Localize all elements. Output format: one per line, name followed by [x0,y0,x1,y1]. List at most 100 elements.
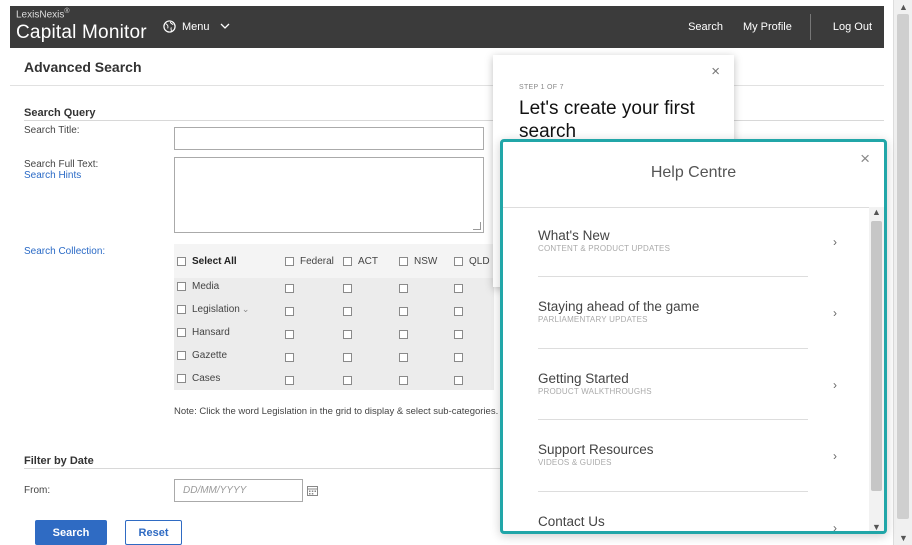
search-collection-label: Search Collection: [24,246,106,257]
nav-right: Search My Profile Log Out [678,6,884,48]
help-header-divider [503,207,869,208]
help-divider [538,276,808,277]
gazette-checkbox[interactable] [177,351,186,360]
reset-button[interactable]: Reset [125,520,182,545]
menu-button[interactable]: Menu [163,20,230,33]
search-full-text-textarea[interactable] [174,157,484,233]
help-close-icon[interactable]: × [860,149,870,169]
from-date-input[interactable]: DD/MM/YYYY [174,479,303,502]
nsw-checkbox[interactable] [399,257,408,266]
act-checkbox[interactable] [343,257,352,266]
search-full-text-label: Search Full Text: [24,159,99,170]
scroll-down-arrow-icon[interactable]: ▼ [899,533,908,543]
grid-checkbox[interactable] [285,330,294,339]
page-title: Advanced Search [24,59,142,75]
row-cases[interactable]: Cases [177,373,220,384]
nav-my-profile-link[interactable]: My Profile [733,21,802,33]
scroll-up-arrow-icon[interactable]: ▲ [899,2,908,12]
grid-checkbox[interactable] [285,307,294,316]
menu-label: Menu [182,20,210,33]
globe-icon [163,20,176,33]
search-hints-link[interactable]: Search Hints [24,170,81,181]
grid-checkbox[interactable] [454,284,463,293]
section-divider [24,120,884,121]
grid-checkbox[interactable] [343,284,352,293]
legislation-checkbox[interactable] [177,305,186,314]
help-item-whats-new[interactable]: What's New CONTENT & PRODUCT UPDATES [538,228,838,253]
filter-by-date-heading: Filter by Date [24,455,94,467]
chevron-right-icon[interactable]: › [833,378,837,392]
tour-heading: Let's create your first search [519,98,695,142]
brand-lexisnexis: LexisNexis® [16,8,70,21]
tour-step-indicator: STEP 1 OF 7 [519,84,564,91]
help-item-support-resources[interactable]: Support Resources VIDEOS & GUIDES [538,442,838,467]
page-scroll-thumb[interactable] [897,14,909,519]
page-scrollbar[interactable]: ▲ ▼ [893,0,912,545]
chevron-right-icon[interactable]: › [833,235,837,249]
search-title-input[interactable] [174,127,484,150]
column-act[interactable]: ACT [343,256,378,267]
nav-divider [809,14,811,40]
scroll-down-arrow-icon[interactable]: ▼ [872,522,881,531]
grid-checkbox[interactable] [285,376,294,385]
help-scroll-thumb[interactable] [871,221,882,491]
grid-checkbox[interactable] [285,353,294,362]
grid-checkbox[interactable] [343,307,352,316]
nav-logout-link[interactable]: Log Out [819,21,884,33]
chevron-right-icon[interactable]: › [833,306,837,320]
row-hansard[interactable]: Hansard [177,327,230,338]
select-all-checkbox[interactable] [177,257,186,266]
qld-checkbox[interactable] [454,257,463,266]
row-media[interactable]: Media [177,281,219,292]
grid-checkbox[interactable] [454,307,463,316]
grid-checkbox[interactable] [454,330,463,339]
grid-checkbox[interactable] [399,353,408,362]
collection-grid: Select All Federal ACT NSW QLD Media Leg… [174,244,494,390]
content-header: Advanced Search [10,48,884,86]
help-centre-title: Help Centre [650,164,737,181]
grid-checkbox[interactable] [343,330,352,339]
calendar-icon[interactable] [307,485,318,496]
legislation-note: Note: Click the word Legislation in the … [174,406,499,417]
chevron-down-icon[interactable]: ⌄ [242,304,250,315]
top-navigation-bar: LexisNexis® Capital Monitor Menu Search … [10,6,884,48]
row-legislation[interactable]: Legislation ⌄ [177,304,249,315]
chevron-down-icon [220,23,229,29]
select-all-option[interactable]: Select All [177,256,237,267]
nav-search-link[interactable]: Search [678,21,733,33]
column-federal[interactable]: Federal [285,256,334,267]
from-label: From: [24,485,51,496]
help-scrollbar[interactable]: ▲ ▼ [869,207,884,531]
column-nsw[interactable]: NSW [399,256,437,267]
chevron-right-icon[interactable]: › [833,449,837,463]
grid-checkbox[interactable] [399,376,408,385]
help-centre-panel: Help Centre × What's New CONTENT & PRODU… [500,139,887,534]
tour-close-icon[interactable]: × [711,63,720,80]
search-title-label: Search Title: [24,125,80,136]
search-button[interactable]: Search [35,520,107,545]
scroll-up-arrow-icon[interactable]: ▲ [872,207,881,217]
media-checkbox[interactable] [177,282,186,291]
help-item-contact-us[interactable]: Contact Us [538,514,838,529]
grid-checkbox[interactable] [399,284,408,293]
cases-checkbox[interactable] [177,374,186,383]
help-item-getting-started[interactable]: Getting Started PRODUCT WALKTHROUGHS [538,371,838,396]
grid-checkbox[interactable] [285,284,294,293]
resize-handle-icon[interactable] [473,222,481,230]
grid-checkbox[interactable] [454,376,463,385]
help-divider [538,419,808,420]
column-qld[interactable]: QLD [454,256,490,267]
grid-checkbox[interactable] [399,307,408,316]
row-gazette[interactable]: Gazette [177,350,227,361]
grid-checkbox[interactable] [399,330,408,339]
brand-capital-monitor[interactable]: Capital Monitor [16,22,147,44]
federal-checkbox[interactable] [285,257,294,266]
chevron-right-icon[interactable]: › [833,521,837,531]
hansard-checkbox[interactable] [177,328,186,337]
search-query-heading: Search Query [24,107,96,119]
grid-checkbox[interactable] [343,376,352,385]
grid-checkbox[interactable] [454,353,463,362]
grid-checkbox[interactable] [343,353,352,362]
help-item-staying-ahead[interactable]: Staying ahead of the game PARLIAMENTARY … [538,299,838,324]
help-divider [538,348,808,349]
